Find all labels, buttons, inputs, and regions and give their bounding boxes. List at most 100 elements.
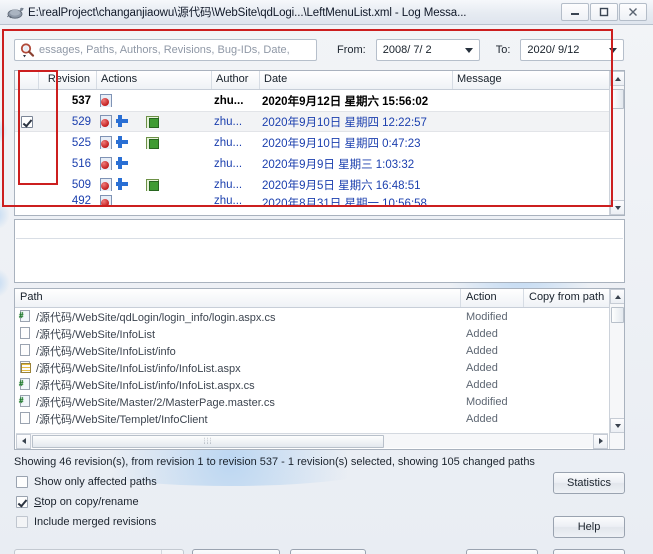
hscroll-thumb[interactable]: ⦙⦙⦙ <box>32 434 384 448</box>
statistics-button[interactable]: Statistics <box>553 472 625 494</box>
added-action-icon <box>116 136 129 149</box>
column-header-select[interactable] <box>15 71 39 89</box>
option-label: Stop on copy/rename <box>34 496 139 508</box>
scroll-down-icon[interactable] <box>610 418 624 433</box>
show-all-button[interactable]: Show All <box>14 549 184 554</box>
checkbox-stop-on-copy-rename[interactable] <box>16 496 28 508</box>
modified-action-icon <box>100 115 113 128</box>
column-header-date[interactable]: Date <box>260 71 453 89</box>
revision-actions <box>97 94 212 107</box>
column-header-actions[interactable]: Actions <box>97 71 212 89</box>
path-text: /源代码/WebSite/InfoList/info/InfoList.aspx… <box>36 379 255 392</box>
added-action-icon <box>116 178 129 191</box>
revision-row[interactable]: 529 zhu... 2020年9月10日 星期四 12:22:57 <box>15 111 624 132</box>
option-show-only-affected-paths[interactable]: Show only affected paths <box>16 476 157 488</box>
revision-list[interactable]: Revision Actions Author Date Message 537… <box>14 70 625 216</box>
changed-paths-list[interactable]: Path Action Copy from path /源代码/WebSite/… <box>14 288 625 450</box>
revision-number: 509 <box>71 178 91 191</box>
from-date-picker[interactable]: 2008/ 7/ 2 <box>375 39 480 61</box>
to-date-picker[interactable]: 2020/ 9/12 <box>520 39 625 61</box>
path-action: Added <box>466 361 498 374</box>
revision-actions <box>97 178 212 191</box>
column-header-action[interactable]: Action <box>461 289 524 307</box>
scroll-down-icon[interactable] <box>610 200 624 215</box>
folder-file-icon <box>19 327 32 340</box>
checkbox-include-merged-revisions[interactable] <box>16 516 28 528</box>
added-action-icon <box>116 157 129 170</box>
modified-action-icon <box>100 157 113 170</box>
maximize-button[interactable] <box>590 3 618 21</box>
next-100-button[interactable]: Next 100 <box>192 549 280 554</box>
revision-author: zhu... <box>214 195 243 207</box>
revision-list-scrollbar[interactable] <box>609 71 624 215</box>
path-text: /源代码/WebSite/InfoList/info/InfoList.aspx <box>36 362 241 375</box>
revision-list-header: Revision Actions Author Date Message <box>15 71 624 90</box>
close-icon[interactable] <box>619 3 647 21</box>
option-stop-on-copy-rename[interactable]: Stop on copy/rename <box>16 496 139 508</box>
revision-number: 537 <box>71 94 91 107</box>
checkbox-show-only-affected-paths[interactable] <box>16 476 28 488</box>
path-row[interactable]: /源代码/WebSite/InfoList/info Added <box>15 342 624 359</box>
revision-author: zhu... <box>214 115 243 128</box>
copied-action-icon <box>146 136 159 149</box>
revision-number: 525 <box>71 136 91 149</box>
path-row[interactable]: /源代码/WebSite/InfoList/info/InfoList.aspx… <box>15 359 624 376</box>
revision-row[interactable]: 525 zhu... 2020年9月10日 星期四 0:47:23 <box>15 132 624 153</box>
minimize-button[interactable] <box>561 3 589 21</box>
from-label: From: <box>337 44 366 56</box>
path-row[interactable]: /源代码/WebSite/Templet/InfoClient Added <box>15 410 624 427</box>
revision-number: 516 <box>71 157 91 170</box>
path-cell: /源代码/WebSite/Master/2/MasterPage.master.… <box>15 394 461 410</box>
cancel-button[interactable]: Cancel <box>553 549 625 554</box>
cs-file-icon <box>19 310 32 323</box>
column-header-revision[interactable]: Revision <box>39 71 97 89</box>
show-all-dropdown-icon[interactable] <box>161 550 183 554</box>
commit-message-text <box>16 221 623 239</box>
modified-action-icon <box>100 178 113 191</box>
revision-row[interactable]: 537 zhu... 2020年9月12日 星期六 15:56:02 <box>15 90 624 111</box>
revision-actions <box>97 195 212 207</box>
revision-author: zhu... <box>214 94 244 107</box>
scroll-thumb[interactable] <box>611 307 624 323</box>
folder-file-icon <box>19 412 32 425</box>
scroll-thumb[interactable] <box>611 89 624 109</box>
paths-list-hscrollbar[interactable]: ⦙⦙⦙ <box>16 433 608 449</box>
scroll-up-icon[interactable] <box>610 289 624 304</box>
dialog-body: essages, Paths, Authors, Revisions, Bug-… <box>0 25 653 554</box>
chevron-down-icon[interactable] <box>609 47 618 53</box>
ok-button[interactable]: OK <box>466 549 538 554</box>
revision-row[interactable]: 492 zhu... 2020年8月31日 星期一 10:56:58 <box>15 195 624 207</box>
folder-file-icon <box>19 344 32 357</box>
scroll-left-icon[interactable] <box>16 433 31 449</box>
revision-checkbox[interactable] <box>21 115 33 128</box>
paths-list-scrollbar[interactable] <box>609 289 624 449</box>
revision-row[interactable]: 509 zhu... 2020年9月5日 星期六 16:48:51 <box>15 174 624 195</box>
window-controls <box>560 3 647 21</box>
path-row[interactable]: /源代码/WebSite/InfoList Added <box>15 325 624 342</box>
path-row[interactable]: /源代码/WebSite/qdLogin/login_info/login.as… <box>15 308 624 325</box>
path-cell: /源代码/WebSite/InfoList <box>15 326 461 342</box>
aspx-file-icon <box>19 361 32 374</box>
revision-row-checkbox-cell[interactable] <box>15 115 39 128</box>
scroll-up-icon[interactable] <box>610 71 624 86</box>
option-label: Include merged revisions <box>34 516 157 528</box>
revision-actions <box>97 136 212 149</box>
column-header-path[interactable]: Path <box>15 289 461 307</box>
scroll-right-icon[interactable] <box>593 433 608 449</box>
revision-date: 2020年9月5日 星期六 16:48:51 <box>262 179 421 192</box>
modified-action-icon <box>100 94 113 107</box>
revision-date: 2020年8月31日 星期一 10:56:58 <box>262 198 427 207</box>
path-action: Added <box>466 412 498 425</box>
path-row[interactable]: /源代码/WebSite/InfoList/info/InfoList.aspx… <box>15 376 624 393</box>
option-include-merged-revisions[interactable]: Include merged revisions <box>16 516 156 528</box>
path-row[interactable]: /源代码/WebSite/Master/2/MasterPage.master.… <box>15 393 624 410</box>
help-button[interactable]: Help <box>553 516 625 538</box>
commit-message-pane[interactable] <box>14 219 625 283</box>
column-header-author[interactable]: Author <box>212 71 260 89</box>
chevron-down-icon[interactable] <box>464 47 473 53</box>
path-text: /源代码/WebSite/Master/2/MasterPage.master.… <box>36 396 275 409</box>
refresh-button[interactable]: Refresh <box>290 549 366 554</box>
revision-row[interactable]: 516 zhu... 2020年9月9日 星期三 1:03:32 <box>15 153 624 174</box>
column-header-message[interactable]: Message <box>453 71 624 89</box>
search-input[interactable]: essages, Paths, Authors, Revisions, Bug-… <box>14 39 317 61</box>
